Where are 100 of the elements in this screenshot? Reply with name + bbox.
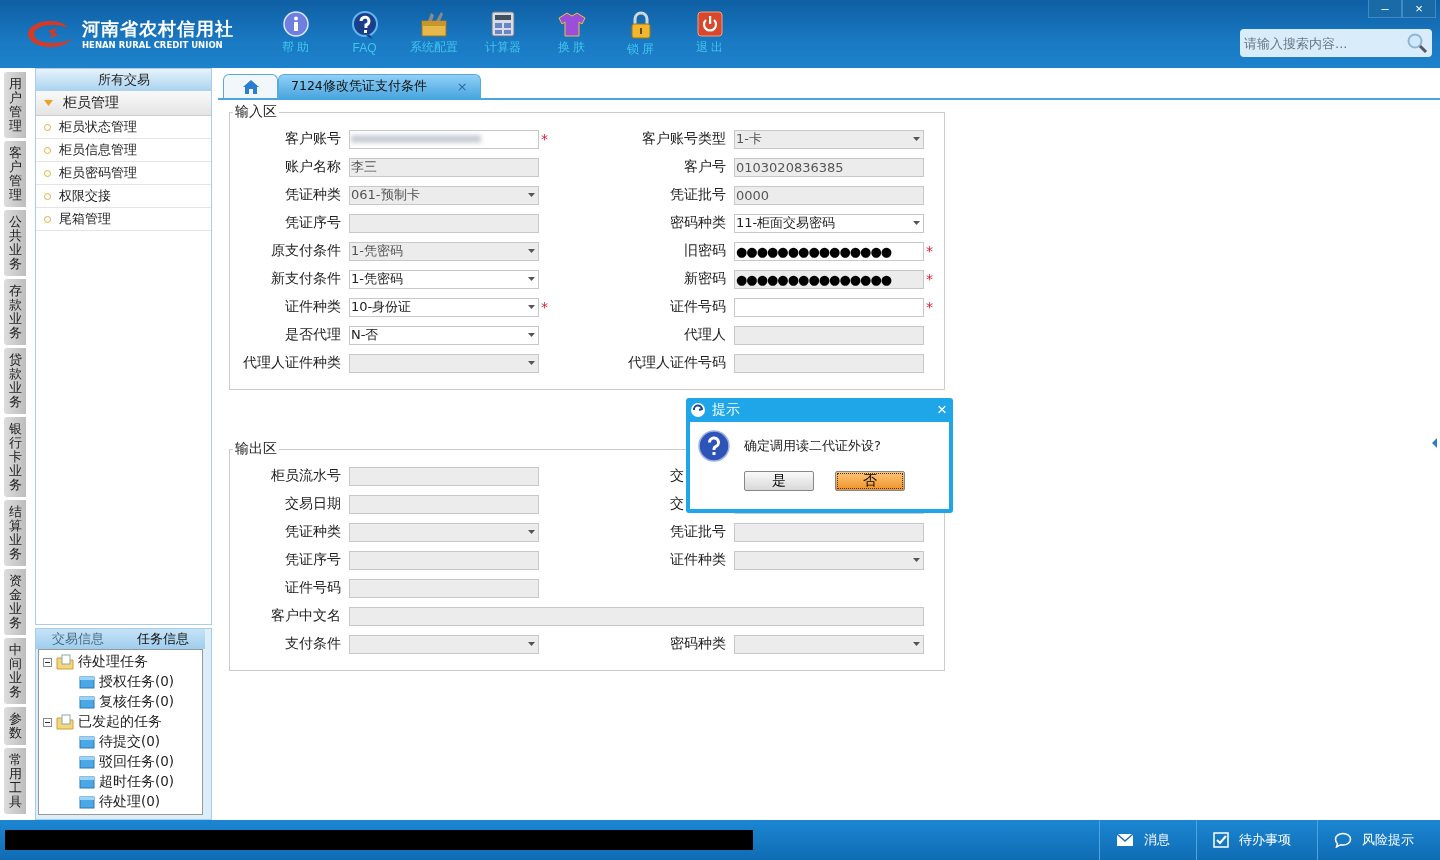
caret-down-icon[interactable] [528, 277, 535, 281]
side-tab[interactable]: 客户管理 [4, 141, 26, 207]
caret-down-icon[interactable] [913, 137, 920, 141]
page-tab[interactable]: 7124修改凭证支付条件 × [278, 74, 481, 98]
field-label: 证件种类 [284, 298, 342, 316]
home-tab[interactable] [223, 74, 278, 98]
caret-down-icon[interactable] [528, 249, 535, 253]
toolbox-icon [419, 10, 448, 37]
field-label: 客户中文名 [270, 607, 342, 625]
tree-node[interactable]: 复核任务(0) [99, 693, 175, 711]
minimize-button[interactable]: – [1368, 0, 1402, 18]
home-icon [242, 79, 259, 94]
caret-down-icon[interactable] [528, 361, 535, 365]
folder-icon [79, 735, 95, 749]
collapse-icon[interactable] [43, 657, 52, 667]
menu-group[interactable]: 柜员管理 [36, 91, 211, 116]
side-tab[interactable]: 公共业务 [4, 210, 26, 276]
menu-item[interactable]: 柜员信息管理 [36, 139, 211, 162]
dropdown-field[interactable] [349, 522, 539, 542]
required-mark: * [925, 271, 933, 287]
dropdown-field[interactable] [734, 550, 924, 570]
tree-node[interactable]: 待处理任务 [78, 653, 148, 671]
help-icon [350, 10, 379, 39]
folder-icon [79, 755, 95, 769]
field-label: 证件种类 [669, 551, 727, 569]
caret-down-icon[interactable] [913, 642, 920, 646]
close-button[interactable]: × [1402, 0, 1436, 18]
status-button[interactable]: 消息 [1099, 820, 1196, 860]
text-field[interactable] [734, 325, 924, 345]
side-tab[interactable]: 资金业务 [4, 569, 26, 635]
side-tab[interactable]: 参数 [4, 707, 26, 745]
dropdown-field[interactable] [349, 353, 539, 373]
dropdown-field[interactable]: N-否 [349, 325, 539, 345]
search-field[interactable]: 请输入搜索内容... [1240, 29, 1432, 57]
calculator-icon [490, 10, 515, 37]
side-tab[interactable]: 常用工具 [4, 748, 26, 814]
tree-node[interactable]: 待提交(0) [99, 733, 161, 751]
caret-down-icon[interactable] [528, 305, 535, 309]
caret-down-icon[interactable] [528, 530, 535, 534]
tree-node[interactable]: 授权任务(0) [99, 673, 175, 691]
panel-tab[interactable]: 交易信息 [36, 629, 121, 649]
caret-down-icon[interactable] [528, 642, 535, 646]
dropdown-field[interactable] [349, 634, 539, 654]
text-field[interactable]: 0000 [734, 185, 924, 205]
caret-down-icon[interactable] [528, 193, 535, 197]
text-field[interactable] [349, 494, 539, 514]
field-label: 代理人证件种类 [242, 354, 342, 372]
dialog-button[interactable]: 是 [744, 471, 814, 491]
menu-item[interactable]: 柜员状态管理 [36, 116, 211, 139]
caret-down-icon[interactable] [528, 333, 535, 337]
text-field[interactable] [349, 550, 539, 570]
side-tab[interactable]: 中间业务 [4, 638, 26, 704]
field-label: 客户号 [683, 158, 727, 176]
tree-node[interactable]: 驳回任务(0) [99, 753, 175, 771]
tree-node[interactable]: 超时任务(0) [99, 773, 175, 791]
tree-node[interactable]: 已发起的任务 [78, 713, 162, 731]
text-field[interactable]: 0103020836385 [734, 157, 924, 177]
status-button[interactable]: 待办事项 [1196, 820, 1317, 860]
status-button[interactable]: 风险提示 [1317, 820, 1440, 860]
mail-icon [1116, 833, 1134, 847]
dropdown-field[interactable]: 11-柜面交易密码 [734, 213, 924, 233]
info-icon [282, 10, 309, 37]
password-field[interactable]: ●●●●●●●●●●●●●●● [734, 269, 924, 289]
dropdown-field[interactable]: 061-预制卡 [349, 185, 539, 205]
collapse-handle-icon[interactable] [1432, 438, 1438, 448]
dialog-button[interactable]: 否 [835, 471, 905, 491]
tree-node[interactable]: 待处理(0) [99, 793, 161, 811]
field-label: 凭证序号 [284, 214, 342, 232]
text-field[interactable] [734, 297, 924, 317]
dropdown-field[interactable]: 1-凭密码 [349, 269, 539, 289]
menu-item[interactable]: 柜员密码管理 [36, 162, 211, 185]
menu-item[interactable]: 权限交接 [36, 185, 211, 208]
panel-tab[interactable]: 任务信息 [120, 629, 205, 649]
dropdown-field[interactable]: 10-身份证 [349, 297, 539, 317]
dropdown-field[interactable]: 1-卡 [734, 129, 924, 149]
menu-item[interactable]: 尾箱管理 [36, 208, 211, 231]
dropdown-field[interactable]: 1-凭密码 [349, 241, 539, 261]
side-tab[interactable]: 贷款业务 [4, 348, 26, 414]
required-mark: * [925, 243, 933, 259]
dropdown-field[interactable] [734, 634, 924, 654]
text-field[interactable] [349, 466, 539, 486]
text-field[interactable] [349, 129, 539, 149]
side-tab[interactable]: 结算业务 [4, 500, 26, 566]
side-tab[interactable]: 用户管理 [4, 72, 26, 138]
text-field[interactable] [734, 353, 924, 373]
field-label: 凭证批号 [669, 523, 727, 541]
password-field[interactable]: ●●●●●●●●●●●●●●● [734, 241, 924, 261]
field-label: 原支付条件 [270, 242, 342, 260]
field-label: 交易日期 [284, 495, 342, 513]
required-mark: * [925, 299, 933, 315]
text-field[interactable] [349, 606, 924, 626]
side-tab[interactable]: 银行卡业务 [4, 417, 26, 497]
text-field[interactable]: 李三 [349, 157, 539, 177]
text-field[interactable] [349, 578, 539, 598]
text-field[interactable] [734, 522, 924, 542]
collapse-icon[interactable] [43, 717, 52, 727]
caret-down-icon[interactable] [913, 221, 920, 225]
caret-down-icon[interactable] [913, 558, 920, 562]
text-field[interactable] [349, 213, 539, 233]
side-tab[interactable]: 存款业务 [4, 279, 26, 345]
